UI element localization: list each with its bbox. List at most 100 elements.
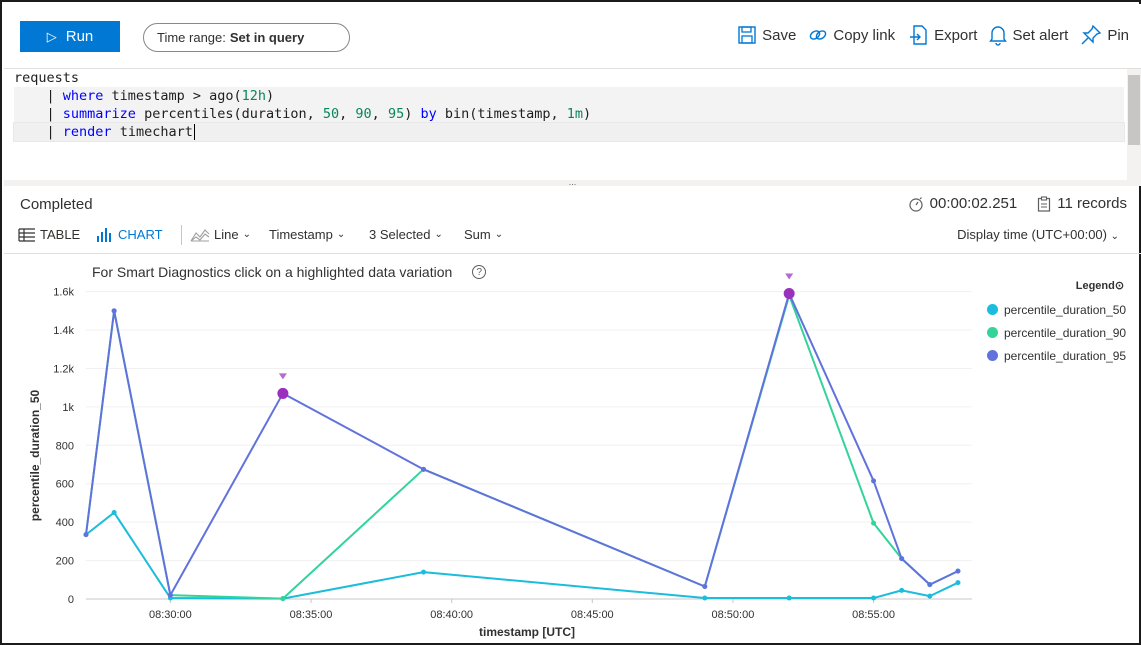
- chevron-down-icon: ⌄: [336, 229, 346, 240]
- x-tick-label: 08:50:00: [712, 609, 755, 621]
- legend-label: percentile_duration_50: [1004, 302, 1127, 317]
- data-point: [421, 466, 427, 472]
- data-point: [421, 569, 427, 575]
- x-tick-label: 08:30:00: [149, 609, 192, 621]
- x-tick-label: 08:55:00: [852, 609, 895, 621]
- text-cursor: [193, 124, 195, 140]
- time-range-value: Set in query: [229, 30, 305, 45]
- y-tick-label: 1k: [62, 402, 74, 414]
- toolbar-divider: [181, 225, 182, 245]
- code-line-1: requests: [14, 70, 80, 86]
- run-label: Run: [65, 28, 94, 45]
- y-axis-dropdown[interactable]: 3 Selected ⌄: [369, 227, 443, 242]
- run-button[interactable]: ▷ Run: [20, 21, 120, 52]
- anomaly-point[interactable]: [277, 387, 289, 399]
- x-axis-title: timestamp [UTC]: [479, 625, 575, 639]
- chevron-down-icon: ⌄: [434, 229, 443, 240]
- legend-title[interactable]: Legend⊙: [987, 279, 1126, 292]
- x-tick-label: 08:40:00: [430, 609, 473, 621]
- chevron-down-icon: ⌄: [1110, 231, 1119, 242]
- bell-icon: [989, 26, 1008, 46]
- line-chart-icon: [190, 228, 210, 241]
- editor-scrollbar-thumb[interactable]: [1128, 75, 1140, 145]
- tab-table-label: TABLE: [40, 227, 81, 242]
- bar-chart-icon: [97, 227, 111, 242]
- app-frame: ▷ Run Time range: Set in query Save Copy…: [0, 0, 1141, 645]
- legend-item[interactable]: percentile_duration_95: [987, 344, 1126, 367]
- chevron-down-icon: ⌄: [494, 229, 504, 240]
- export-icon: [910, 25, 927, 45]
- series-line-percentile_duration_50: [85, 511, 959, 600]
- chevron-down-icon: ⌄: [242, 229, 251, 240]
- results-status-bar: Completed 00:00:02.251 11 records: [4, 186, 1141, 222]
- anomaly-point[interactable]: [783, 288, 795, 300]
- legend-item[interactable]: percentile_duration_50: [987, 298, 1126, 321]
- data-point: [927, 582, 933, 588]
- query-status: Completed: [20, 196, 93, 213]
- series-line-percentile_duration_95: [85, 292, 959, 597]
- x-tick-label: 08:45:00: [571, 609, 614, 621]
- data-point: [83, 532, 89, 538]
- legend-item[interactable]: percentile_duration_90: [987, 321, 1126, 344]
- data-point: [167, 592, 173, 598]
- data-point: [871, 595, 877, 601]
- legend-label: percentile_duration_95: [1004, 348, 1127, 363]
- y-axis-title: percentile_duration_50: [28, 389, 42, 521]
- toolbar-actions: Save Copy link Export Set alert Pin: [737, 24, 1129, 46]
- chart-type-dropdown[interactable]: Line ⌄: [190, 227, 251, 242]
- legend-swatch: [987, 350, 998, 361]
- query-duration: 00:00:02.251: [908, 195, 1017, 212]
- save-icon: [738, 26, 756, 44]
- anomaly-marker-icon: [785, 273, 794, 280]
- data-point: [899, 556, 905, 562]
- export-button[interactable]: Export: [907, 24, 977, 46]
- export-label: Export: [934, 26, 978, 44]
- pin-button[interactable]: Pin: [1080, 24, 1129, 46]
- timechart[interactable]: 0 200 400 600 800 1k 1.2k 1.4k 1.6k 08:30:00 08:35…: [4, 254, 1141, 645]
- aggregation-value: Sum: [464, 227, 491, 242]
- display-time-dropdown[interactable]: Display time (UTC+00:00) ⌄: [957, 227, 1119, 242]
- data-point: [280, 596, 286, 602]
- y-tick-label: 1.2k: [53, 363, 74, 375]
- x-axis-dropdown[interactable]: Timestamp ⌄: [269, 227, 345, 242]
- save-button[interactable]: Save: [737, 25, 796, 45]
- records-value: 11 records: [1057, 195, 1127, 212]
- help-icon[interactable]: ?: [472, 265, 487, 279]
- code-line-3: | summarize percentiles(duration, 50, 90…: [14, 106, 592, 122]
- smart-diagnostics-note: For Smart Diagnostics click on a highlig…: [92, 264, 487, 280]
- x-axis-value: Timestamp: [269, 227, 333, 242]
- smart-diagnostics-text: For Smart Diagnostics click on a highlig…: [92, 264, 453, 280]
- copy-link-button[interactable]: Copy link: [808, 26, 895, 44]
- data-point: [955, 568, 961, 574]
- code-line-2: | where timestamp > ago(12h): [14, 88, 275, 104]
- time-range-label: Time range:: [157, 30, 226, 45]
- series-line-percentile_duration_90: [85, 294, 959, 600]
- save-label: Save: [762, 26, 797, 44]
- tab-table[interactable]: TABLE: [18, 227, 80, 242]
- record-count: 11 records: [1037, 195, 1127, 212]
- editor-scrollbar[interactable]: [1127, 69, 1141, 181]
- y-tick-label: 600: [56, 479, 74, 491]
- set-alert-button[interactable]: Set alert: [989, 24, 1068, 46]
- set-alert-label: Set alert: [1012, 26, 1069, 44]
- data-point: [871, 520, 877, 526]
- tab-chart-label: CHART: [118, 227, 163, 242]
- y-tick-label: 0: [68, 594, 74, 606]
- y-tick-label: 800: [56, 440, 74, 452]
- table-icon: [18, 227, 35, 242]
- chart-type-value: Line: [214, 227, 239, 242]
- code-line-4: | render timechart: [14, 124, 195, 140]
- time-range-selector[interactable]: Time range: Set in query: [143, 23, 350, 52]
- data-point: [111, 510, 117, 516]
- aggregation-dropdown[interactable]: Sum ⌄: [464, 227, 503, 242]
- data-point: [111, 308, 117, 314]
- copy-link-label: Copy link: [833, 26, 896, 44]
- tab-chart[interactable]: CHART: [96, 227, 163, 242]
- query-toolbar: ▷ Run Time range: Set in query Save Copy…: [4, 4, 1141, 68]
- query-editor[interactable]: requests | where timestamp > ago(12h) | …: [4, 68, 1141, 181]
- chart-legend: Legend⊙ percentile_duration_50 percentile…: [987, 279, 1126, 367]
- legend-swatch: [987, 304, 998, 315]
- pin-icon: [1081, 24, 1102, 45]
- y-tick-label: 1.6k: [53, 287, 74, 299]
- display-time-value: Display time (UTC+00:00): [957, 227, 1107, 242]
